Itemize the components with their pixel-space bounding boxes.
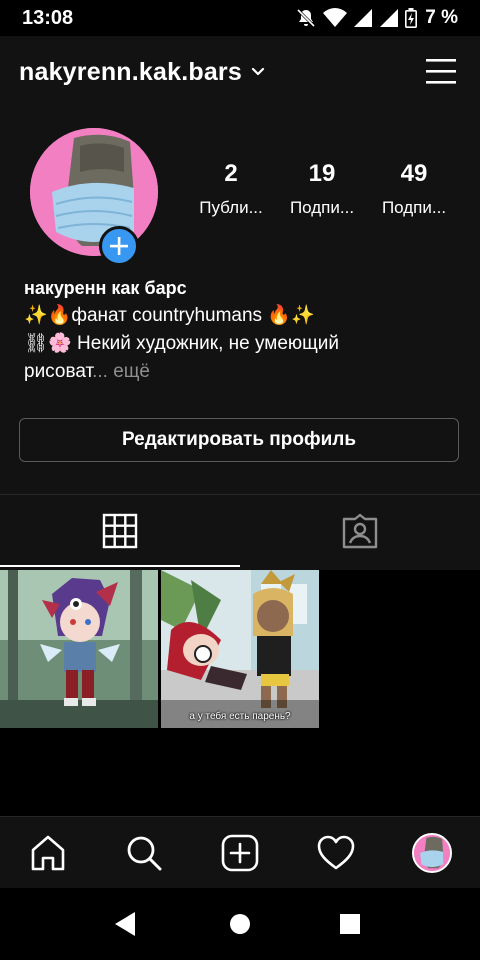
nav-home[interactable] — [0, 817, 96, 889]
wifi-icon — [323, 8, 348, 27]
signal-icon — [380, 9, 399, 27]
stat-followers-count: 19 — [308, 160, 336, 187]
edit-profile-button[interactable]: Редактировать профиль — [19, 418, 459, 462]
stat-following-count: 49 — [400, 160, 428, 187]
stat-posts-count: 2 — [224, 160, 238, 187]
tab-tagged[interactable] — [240, 495, 480, 567]
mute-icon — [297, 8, 316, 28]
search-icon — [127, 836, 162, 871]
profile-screen: nakyrenn.kak.bars 2 Публи... 19 Подпи...… — [0, 36, 480, 816]
username-switcher[interactable]: nakyrenn.kak.bars — [19, 58, 242, 87]
menu-icon[interactable] — [424, 56, 458, 86]
home-icon — [31, 835, 65, 871]
post-thumbnail[interactable]: а у тебя есть парень? — [161, 570, 319, 728]
battery-percent: 7 % — [425, 7, 458, 28]
activity-heart-icon — [317, 835, 355, 870]
nav-new-post[interactable] — [192, 817, 288, 889]
post-caption: а у тебя есть парень? — [189, 711, 291, 722]
stat-following-label: Подпи... — [381, 198, 447, 217]
tab-grid[interactable] — [0, 495, 240, 567]
bio-line: ⛓🌸 Некий художник, не умеющий — [24, 333, 340, 354]
nav-profile[interactable] — [384, 817, 480, 889]
bio-more-link[interactable]: ... ещё — [92, 361, 150, 382]
system-home-button[interactable] — [200, 888, 280, 960]
stat-following[interactable]: 49 Подпи... — [371, 160, 457, 218]
signal-icon — [354, 9, 373, 27]
profile-tabs — [0, 494, 480, 567]
home-circle-icon — [230, 914, 250, 934]
avatar-image — [30, 128, 158, 256]
add-post-icon — [221, 834, 259, 872]
profile-avatar[interactable] — [30, 128, 158, 256]
system-navigation-bar — [0, 888, 480, 960]
display-name: накуренн как барс — [24, 278, 187, 298]
stat-posts-label: Публи... — [199, 198, 263, 217]
add-story-button[interactable] — [99, 226, 139, 266]
back-icon — [115, 912, 135, 936]
status-time: 13:08 — [22, 7, 74, 29]
bottom-navigation — [0, 816, 480, 888]
bio-line: рисоват... ещё — [24, 358, 464, 386]
stat-followers-label: Подпи... — [289, 198, 355, 217]
bio-line: ✨🔥фанат countryhumans 🔥✨ — [24, 305, 315, 326]
profile-header: nakyrenn.kak.bars — [0, 36, 480, 110]
stat-followers[interactable]: 19 Подпи... — [279, 160, 365, 218]
plus-icon — [110, 237, 128, 255]
battery-icon — [405, 8, 418, 28]
status-icons: 7 % — [295, 7, 458, 29]
nav-activity[interactable] — [288, 817, 384, 889]
recents-icon — [340, 914, 360, 934]
system-back-button[interactable] — [85, 888, 165, 960]
post-thumbnail[interactable] — [0, 570, 158, 728]
tagged-icon — [342, 513, 378, 549]
posts-grid: а у тебя есть парень? — [0, 570, 480, 816]
profile-bio: накуренн как барс ✨🔥фанат countryhumans … — [24, 274, 464, 386]
active-tab-indicator — [0, 565, 240, 567]
nav-search[interactable] — [96, 817, 192, 889]
stat-posts[interactable]: 2 Публи... — [188, 160, 274, 218]
grid-icon — [102, 513, 138, 549]
profile-avatar-small — [412, 833, 452, 873]
chevron-down-icon[interactable] — [250, 64, 266, 80]
status-bar: 13:08 7 % — [0, 0, 480, 36]
bio-truncated-text: рисоват — [24, 361, 93, 382]
system-recents-button[interactable] — [310, 888, 390, 960]
